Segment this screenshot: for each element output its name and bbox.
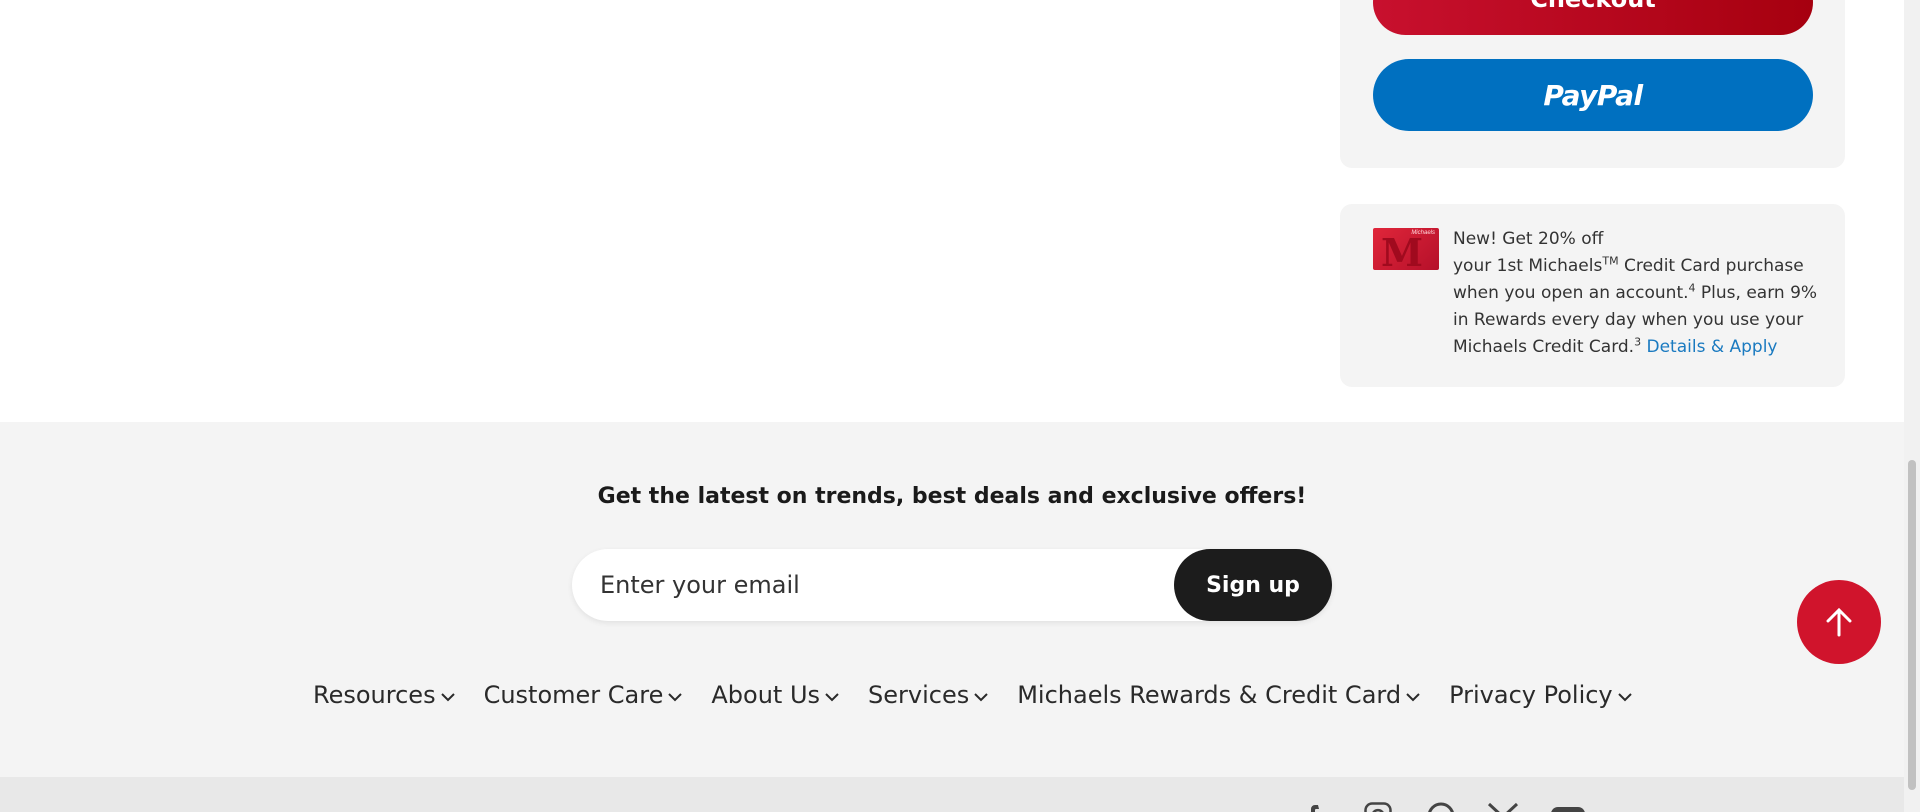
instagram-icon[interactable] [1360,801,1396,812]
promo-line1: New! Get 20% off [1453,229,1604,249]
footnote-4: 4 [1688,281,1696,295]
footer: Get the latest on trends, best deals and… [0,422,1904,777]
footnote-3: 3 [1634,335,1642,349]
paypal-button[interactable]: PayPal [1373,59,1813,131]
chevron-down-icon [1617,693,1632,702]
footer-nav-label: Services [868,681,970,709]
x-icon[interactable] [1486,801,1520,812]
facebook-icon[interactable] [1300,801,1330,812]
footer-nav-privacy-policy[interactable]: Privacy Policy [1449,681,1633,709]
footer-bottom-bar [0,777,1904,812]
page-scrollbar[interactable] [1904,0,1920,812]
footer-nav-label: Michaels Rewards & Credit Card [1017,681,1402,709]
footer-nav-label: About Us [711,681,821,709]
promo-text: New! Get 20% off your 1st MichaelsTM Cre… [1453,226,1833,361]
chevron-down-icon [825,693,839,702]
scrollbar-thumb[interactable] [1908,460,1916,790]
footer-nav-label: Customer Care [483,681,664,709]
footer-nav-customer-care[interactable]: Customer Care [484,681,684,709]
order-summary-card: Checkout PayPal [1340,0,1845,168]
pinterest-icon[interactable] [1426,801,1456,812]
credit-card-image: M Michaels [1373,228,1439,270]
social-links [1300,801,1586,812]
credit-card-promo: M Michaels New! Get 20% off your 1st Mic… [1340,204,1845,387]
footer-nav-services[interactable]: Services [868,681,989,709]
chevron-down-icon [668,693,683,702]
footer-nav-label: Resources [313,681,436,709]
newsletter-heading: Get the latest on trends, best deals and… [597,484,1307,509]
promo-line2: your 1st Michaels [1453,256,1603,276]
sign-up-button[interactable]: Sign up [1174,549,1332,621]
footer-nav-about-us[interactable]: About Us [711,681,840,709]
arrow-up-icon [1826,607,1852,637]
footer-nav: Resources Customer Care About Us Service… [313,681,1633,709]
tm-mark: TM [1602,254,1619,268]
newsletter-signup-form: Sign up [572,549,1332,621]
youtube-icon[interactable] [1550,801,1586,812]
cart-main-area: Checkout PayPal M Michaels New! Get 20% … [0,0,1904,422]
email-input[interactable] [600,549,1170,621]
card-brand-text: Michaels [1411,230,1435,236]
footer-nav-rewards-credit-card[interactable]: Michaels Rewards & Credit Card [1017,681,1421,709]
chevron-down-icon [440,693,455,702]
checkout-button[interactable]: Checkout [1373,0,1813,35]
chevron-down-icon [1406,693,1420,702]
back-to-top-button[interactable] [1797,580,1881,664]
footer-nav-resources[interactable]: Resources [313,681,456,709]
footer-nav-label: Privacy Policy [1449,681,1613,709]
michaels-logo-icon: M [1381,230,1424,271]
details-apply-link[interactable]: Details & Apply [1646,337,1777,357]
chevron-down-icon [974,693,988,702]
